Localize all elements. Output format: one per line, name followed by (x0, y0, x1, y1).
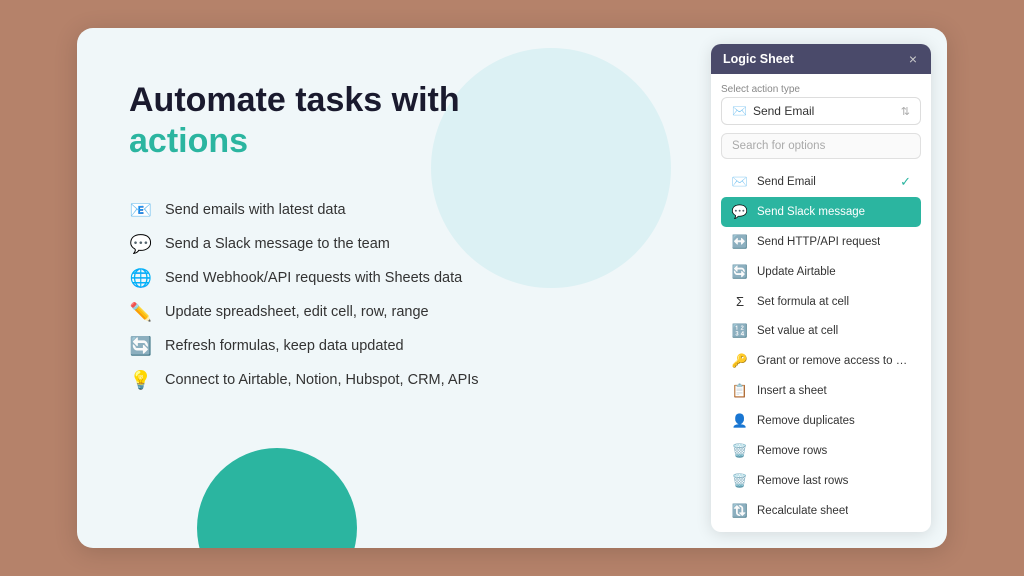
dropdown-item[interactable]: 🔑 Grant or remove access to spre... (721, 346, 921, 376)
hero-title: Automate tasks with actions (129, 80, 663, 162)
dropdown-list: ✉️ Send Email ✓ 💬 Send Slack message ↔️ Send H… (721, 167, 921, 526)
chevron-icon: ⇅ (901, 105, 910, 118)
feature-item: 💡 Connect to Airtable, Notion, Hubspot, C… (129, 370, 663, 391)
feature-text: Update spreadsheet, edit cell, row, rang… (165, 304, 429, 320)
main-card: Automate tasks with actions 📧 Send emails… (77, 28, 947, 548)
check-icon: ✓ (900, 174, 911, 190)
item-icon: 🔢 (731, 323, 749, 339)
feature-item: 📧 Send emails with latest data (129, 200, 663, 221)
item-icon: 🔃 (731, 503, 749, 519)
item-label: Set value at cell (757, 325, 838, 337)
email-icon-select: ✉️ (732, 104, 747, 118)
logic-sheet-panel: Logic Sheet × Select action type ✉️ Send… (711, 44, 931, 532)
dropdown-item[interactable]: 🔃 Recalculate sheet (721, 496, 921, 526)
item-label: Grant or remove access to spre... (757, 355, 911, 367)
dropdown-item[interactable]: 🗑️ Remove rows (721, 436, 921, 466)
feature-item: 🌐 Send Webhook/API requests with Sheets d… (129, 268, 663, 289)
panel-title: Logic Sheet (723, 52, 794, 66)
features-list: 📧 Send emails with latest data 💬 Send a Sla… (129, 200, 663, 391)
feature-text: Send emails with latest data (165, 202, 346, 218)
feature-item: ✏️ Update spreadsheet, edit cell, row, ra… (129, 302, 663, 323)
feature-item: 💬 Send a Slack message to the team (129, 234, 663, 255)
dropdown-item[interactable]: 🔄 Update Airtable (721, 257, 921, 287)
dropdown-item[interactable]: 🗑️ Remove last rows (721, 466, 921, 496)
feature-icon: 🔄 (129, 336, 153, 357)
item-icon: Σ (731, 294, 749, 309)
hero-accent: actions (129, 122, 248, 160)
item-icon: ✉️ (731, 174, 749, 190)
feature-text: Send a Slack message to the team (165, 236, 390, 252)
select-label: Select action type (721, 84, 921, 95)
panel-close-button[interactable]: × (907, 52, 919, 66)
item-label: Update Airtable (757, 266, 836, 278)
panel-body: Select action type ✉️ Send Email ⇅ Searc… (711, 74, 931, 532)
left-panel: Automate tasks with actions 📧 Send emails… (77, 28, 711, 548)
item-label: Send Slack message (757, 206, 865, 218)
feature-item: 🔄 Refresh formulas, keep data updated (129, 336, 663, 357)
item-icon: 📋 (731, 383, 749, 399)
item-icon: 🔑 (731, 353, 749, 369)
item-label: Send HTTP/API request (757, 236, 880, 248)
item-icon: 🗑️ (731, 473, 749, 489)
feature-icon: ✏️ (129, 302, 153, 323)
item-label: Recalculate sheet (757, 505, 848, 517)
search-options-input[interactable]: Search for options (721, 133, 921, 159)
item-icon: 🗑️ (731, 443, 749, 459)
feature-text: Connect to Airtable, Notion, Hubspot, CR… (165, 372, 479, 388)
feature-icon: 💡 (129, 370, 153, 391)
feature-icon: 💬 (129, 234, 153, 255)
feature-icon: 📧 (129, 200, 153, 221)
item-label: Set formula at cell (757, 296, 849, 308)
item-icon: ↔️ (731, 234, 749, 250)
item-label: Remove duplicates (757, 415, 855, 427)
item-label: Insert a sheet (757, 385, 827, 397)
item-label: Remove last rows (757, 475, 848, 487)
dropdown-item[interactable]: 👤 Remove duplicates (721, 406, 921, 436)
dropdown-item[interactable]: 💬 Send Slack message (721, 197, 921, 227)
feature-text: Send Webhook/API requests with Sheets da… (165, 270, 462, 286)
item-icon: 🔄 (731, 264, 749, 280)
hero-title-line1: Automate tasks with (129, 81, 460, 119)
item-label: Remove rows (757, 445, 827, 457)
action-select-left: ✉️ Send Email (732, 104, 814, 118)
dropdown-item[interactable]: ✉️ Send Email ✓ (721, 167, 921, 197)
selected-action-label: Send Email (753, 104, 814, 118)
dropdown-item[interactable]: 🔢 Set value at cell (721, 316, 921, 346)
action-type-select[interactable]: ✉️ Send Email ⇅ (721, 97, 921, 125)
feature-text: Refresh formulas, keep data updated (165, 338, 404, 354)
item-icon: 👤 (731, 413, 749, 429)
dropdown-item[interactable]: 📋 Insert a sheet (721, 376, 921, 406)
dropdown-item[interactable]: Σ Set formula at cell (721, 287, 921, 316)
item-icon: 💬 (731, 204, 749, 220)
item-label: Send Email (757, 176, 816, 188)
feature-icon: 🌐 (129, 268, 153, 289)
panel-header: Logic Sheet × (711, 44, 931, 74)
dropdown-item[interactable]: ↔️ Send HTTP/API request (721, 227, 921, 257)
